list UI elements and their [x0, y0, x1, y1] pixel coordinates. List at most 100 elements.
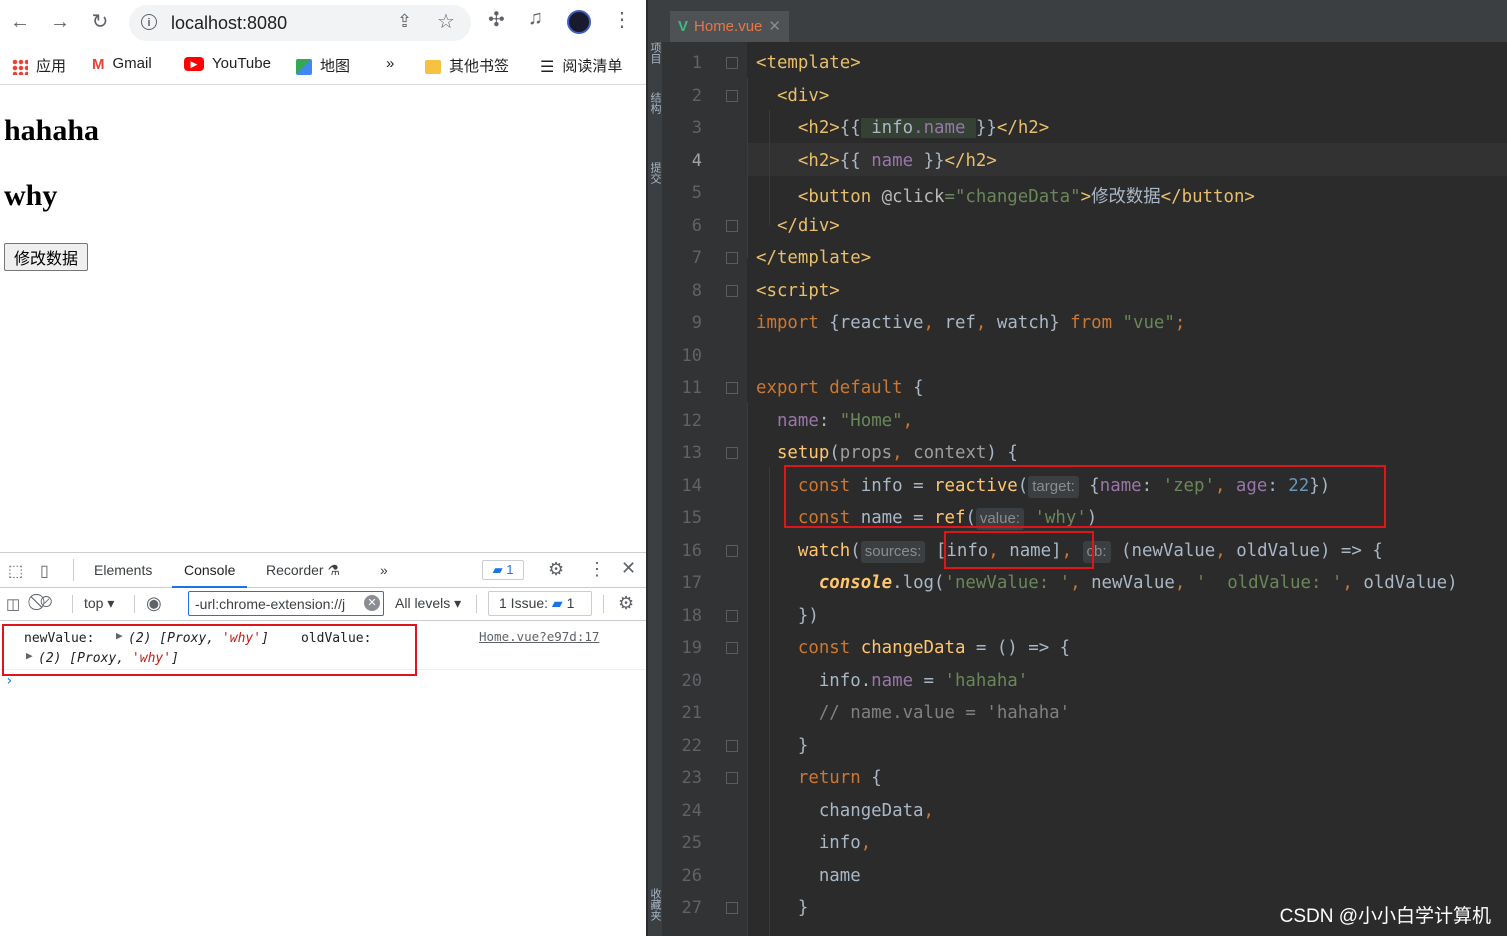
inspect-element-icon[interactable]: ⬚ — [8, 561, 23, 581]
bookmarks-overflow-chevron[interactable]: » — [386, 55, 394, 72]
bookmark-youtube[interactable]: ▶ YouTube — [184, 55, 271, 72]
bookmark-maps[interactable]: 地图 — [296, 55, 350, 76]
settings-gear-icon[interactable]: ⚙ — [548, 559, 564, 580]
fold-marker[interactable] — [726, 772, 738, 784]
site-info-icon[interactable]: i — [141, 14, 157, 30]
code-line[interactable]: const changeData = () => { — [756, 638, 1070, 658]
code-line[interactable]: info.name = 'hahaha' — [756, 671, 1028, 691]
reload-icon[interactable]: ↻ — [86, 8, 114, 36]
clear-console-icon[interactable]: ⃠⊘ — [40, 594, 52, 612]
line-number: 20 — [681, 671, 702, 691]
clear-filter-icon[interactable]: ✕ — [364, 595, 380, 611]
fold-marker[interactable] — [726, 90, 738, 102]
code-line[interactable]: <h2>{{ name }}</h2> — [756, 151, 997, 171]
code-line[interactable]: return { — [756, 768, 882, 788]
log-levels-select[interactable]: All levels ▾ — [395, 595, 461, 612]
fold-marker[interactable] — [726, 220, 738, 232]
line-number: 2 — [691, 86, 702, 106]
code-token: <h2> — [797, 118, 840, 138]
fold-marker[interactable] — [726, 642, 738, 654]
code-line[interactable]: }) — [756, 606, 819, 626]
sidebar-item-project[interactable]: 项目 — [649, 42, 661, 64]
line-number: 16 — [681, 541, 702, 561]
code-token: "Home" — [839, 411, 903, 431]
more-tabs-chevron[interactable]: » — [380, 562, 388, 578]
code-line[interactable]: <template> — [756, 53, 861, 73]
forward-arrow-icon[interactable]: → — [46, 8, 74, 36]
bookmark-reading-list[interactable]: ☰ 阅读清单 — [540, 55, 622, 77]
media-queue-icon[interactable]: ♫ — [528, 7, 543, 30]
bookmark-apps[interactable]: 应用 — [12, 55, 66, 76]
watermark: CSDN @小小白学计算机 — [1279, 906, 1491, 927]
code-token: ="changeData" — [944, 187, 1081, 207]
sidebar-item-favorites[interactable]: 收藏夹 — [649, 888, 661, 921]
fold-marker[interactable] — [726, 740, 738, 752]
close-tab-icon[interactable]: ✕ — [768, 18, 781, 35]
tab-console[interactable]: Console — [171, 562, 248, 588]
code-line[interactable]: export default { — [756, 378, 924, 398]
fold-marker[interactable] — [726, 285, 738, 297]
context-select[interactable]: top ▾ — [84, 595, 114, 612]
url-text[interactable]: localhost:8080 — [171, 13, 287, 34]
code-line[interactable]: <h2>{{ info.name }}</h2> — [756, 118, 1049, 138]
sidebar-item-commit[interactable]: 提交 — [649, 162, 661, 184]
bookmark-label: 阅读清单 — [562, 58, 623, 75]
code-token: > — [1080, 187, 1092, 207]
vue-file-icon: V — [678, 18, 689, 35]
code-line[interactable]: name: "Home", — [756, 411, 913, 431]
fold-marker[interactable] — [726, 610, 738, 622]
bookmark-star-icon[interactable]: ☆ — [437, 9, 455, 34]
tab-home-vue[interactable]: V Home.vue ✕ — [670, 11, 789, 42]
source-link[interactable]: Home.vue?e97d:17 — [479, 629, 599, 644]
device-toolbar-icon[interactable]: ▯ — [40, 561, 49, 581]
fold-marker[interactable] — [726, 902, 738, 914]
indent-guide — [747, 402, 748, 936]
divider — [73, 559, 74, 581]
sidebar-toggle-icon[interactable]: ◫ — [6, 595, 20, 613]
fold-marker[interactable] — [726, 252, 738, 264]
code-line[interactable]: <script> — [756, 281, 840, 301]
code-line[interactable]: name — [756, 866, 861, 886]
code-line[interactable]: changeData, — [756, 801, 934, 821]
code-line[interactable]: import {reactive, ref, watch} from "vue"… — [756, 313, 1185, 333]
live-expression-eye-icon[interactable]: ◉ — [146, 593, 162, 614]
fold-marker[interactable] — [726, 57, 738, 69]
code-token: ; — [1174, 313, 1186, 333]
close-devtools-icon[interactable]: ✕ — [621, 558, 636, 579]
tab-elements[interactable]: Elements — [94, 562, 152, 578]
fold-marker[interactable] — [726, 545, 738, 557]
console-settings-gear-icon[interactable]: ⚙ — [618, 593, 634, 614]
address-bar[interactable]: i localhost:8080 ⇪ ☆ — [129, 5, 471, 41]
fold-marker[interactable] — [726, 382, 738, 394]
fold-marker[interactable] — [726, 447, 738, 459]
console-filter-input[interactable]: -url:chrome-extension://j ✕ — [188, 591, 384, 616]
change-data-button[interactable]: 修改数据 — [4, 243, 89, 271]
code-token: // name.value = 'hahaha' — [818, 703, 1071, 723]
line-number: 27 — [681, 898, 702, 918]
issues-button[interactable]: 1 Issue: ▰ 1 — [488, 591, 592, 616]
profile-avatar-icon[interactable] — [567, 10, 591, 34]
code-line[interactable]: } — [756, 898, 808, 918]
code-line[interactable]: } — [756, 736, 808, 756]
code-line[interactable]: <button @click="changeData">修改数据</button… — [756, 183, 1255, 208]
browser-menu-icon[interactable]: ⋮ — [612, 7, 632, 32]
back-arrow-icon[interactable]: ← — [6, 8, 34, 36]
share-icon[interactable]: ⇪ — [397, 11, 412, 32]
bookmark-other[interactable]: 其他书签 — [425, 55, 509, 76]
issues-counter-button[interactable]: ▰ 1 — [482, 560, 524, 580]
extensions-puzzle-icon[interactable]: ✣ — [488, 7, 505, 32]
devtools-menu-icon[interactable]: ⋮ — [588, 559, 606, 580]
code-line[interactable]: // name.value = 'hahaha' — [756, 703, 1070, 723]
code-token: <div> — [776, 86, 830, 106]
code-line[interactable]: setup(props, context) { — [756, 443, 1018, 463]
maps-pin-icon — [296, 59, 312, 76]
bookmark-gmail[interactable]: M Gmail — [92, 55, 152, 73]
sidebar-item-structure[interactable]: 结构 — [649, 92, 661, 114]
line-number: 6 — [691, 216, 702, 236]
code-line[interactable]: <div> — [756, 86, 829, 106]
code-line[interactable]: </div> — [756, 216, 840, 236]
code-line[interactable]: </template> — [756, 248, 871, 268]
code-line[interactable]: console.log('newValue: ', newValue, ' ol… — [756, 573, 1458, 593]
tab-recorder[interactable]: Recorder ⚗ — [266, 562, 340, 579]
code-line[interactable]: info, — [756, 833, 871, 853]
